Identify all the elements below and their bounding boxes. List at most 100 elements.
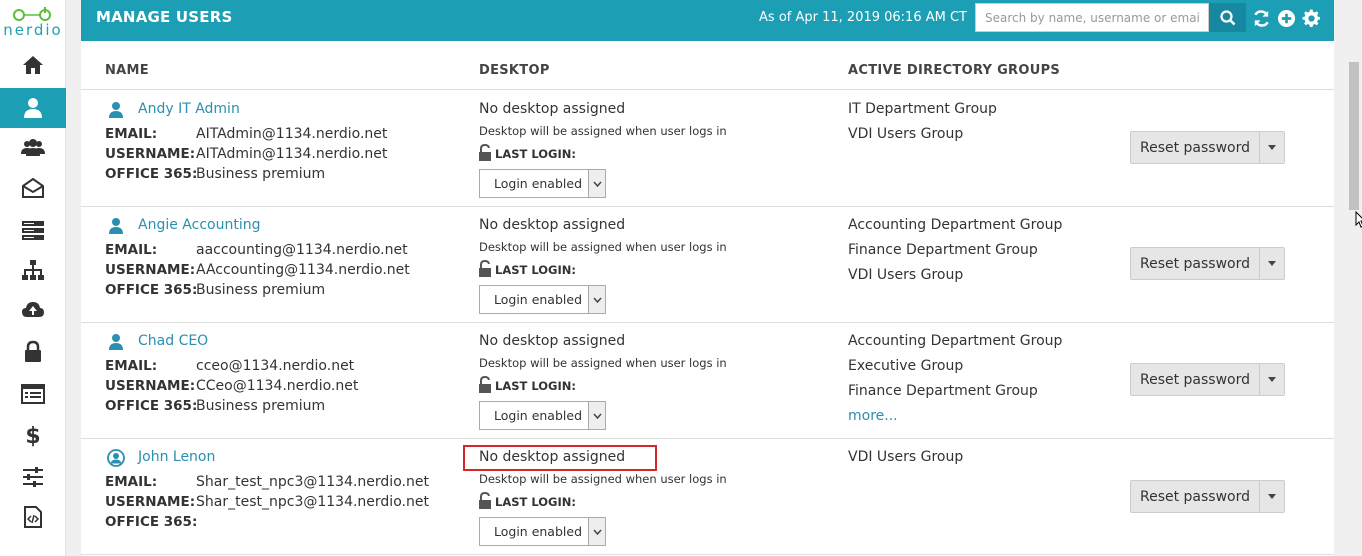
add-user-icon[interactable] [1277, 9, 1296, 28]
column-header-desktop[interactable]: DESKTOP [479, 63, 550, 78]
column-header-name[interactable]: NAME [105, 63, 149, 78]
email-value: AITAdmin@1134.nerdio.net [196, 126, 388, 142]
email-value: Shar_test_npc3@1134.nerdio.net [196, 474, 429, 490]
table-row: Chad CEO EMAIL: cceo@1134.nerdio.net USE… [81, 323, 1334, 439]
user-icon [109, 334, 123, 350]
user-name-link[interactable]: Chad CEO [138, 333, 208, 349]
reset-password-control: Reset password [1130, 131, 1285, 164]
username-label: USERNAME: [105, 146, 196, 162]
user-name-link[interactable]: Angie Accounting [138, 217, 260, 233]
server-icon [22, 221, 44, 240]
chevron-down-icon [588, 402, 605, 429]
reset-options-dropdown[interactable] [1259, 481, 1284, 512]
desktop-status: No desktop assigned [462, 445, 658, 471]
office-label: OFFICE 365: [105, 282, 198, 298]
scrollbar-thumb[interactable] [1349, 62, 1359, 210]
desktop-status: No desktop assigned [479, 101, 626, 117]
caret-down-icon [1268, 145, 1276, 150]
sidebar-item-security[interactable] [0, 332, 66, 372]
gear-icon[interactable] [1302, 9, 1321, 28]
main-panel: MANAGE USERS As of Apr 11, 2019 06:16 AM… [81, 0, 1334, 556]
group-item: Finance Department Group [848, 242, 1038, 258]
login-state-select[interactable]: Login enabled [479, 169, 606, 198]
sidebar-item-cloud[interactable] [0, 290, 66, 330]
login-state-select[interactable]: Login enabled [479, 517, 606, 546]
group-item: Accounting Department Group [848, 217, 1063, 233]
lock-icon [25, 340, 41, 362]
unlock-icon [479, 260, 491, 277]
last-login-label: LAST LOGIN: [495, 495, 576, 509]
dollar-icon: $ [25, 424, 40, 447]
page-title: MANAGE USERS [96, 8, 233, 26]
sidebar-item-email[interactable] [0, 168, 66, 208]
office-value: Business premium [196, 166, 326, 182]
user-name-link[interactable]: Andy IT Admin [138, 101, 240, 117]
desktop-note: Desktop will be assigned when user logs … [479, 240, 727, 254]
reset-options-dropdown[interactable] [1259, 364, 1284, 395]
group-item: IT Department Group [848, 101, 997, 117]
login-state-value: Login enabled [494, 292, 583, 307]
desktop-status: No desktop assigned [479, 217, 626, 233]
username-value: AITAdmin@1134.nerdio.net [196, 146, 388, 162]
nerdio-logo[interactable]: nerdio [0, 4, 66, 40]
reset-password-button[interactable]: Reset password [1131, 132, 1259, 163]
user-icon [24, 98, 42, 118]
login-state-value: Login enabled [494, 176, 583, 191]
login-state-select[interactable]: Login enabled [479, 285, 606, 314]
timestamp: As of Apr 11, 2019 06:16 AM CT [759, 10, 967, 25]
sidebar-item-home[interactable] [0, 45, 66, 85]
unlock-icon [479, 144, 491, 161]
chevron-down-icon [588, 518, 605, 545]
sitemap-icon [22, 260, 44, 280]
office-label: OFFICE 365: [105, 398, 198, 414]
sliders-icon [23, 467, 43, 487]
reset-password-button[interactable]: Reset password [1131, 481, 1259, 512]
user-name-link[interactable]: John Lenon [138, 449, 215, 465]
username-value: CCeo@1134.nerdio.net [196, 378, 359, 394]
group-item: VDI Users Group [848, 449, 964, 465]
login-state-select[interactable]: Login enabled [479, 401, 606, 430]
login-state-value: Login enabled [494, 524, 583, 539]
reset-password-button[interactable]: Reset password [1131, 364, 1259, 395]
sidebar-item-servers[interactable] [0, 210, 66, 250]
user-circle-icon [107, 449, 125, 467]
sidebar: nerdio $ [0, 0, 66, 556]
reset-options-dropdown[interactable] [1259, 132, 1284, 163]
group-item: VDI Users Group [848, 126, 964, 142]
sidebar-item-users[interactable] [0, 88, 66, 128]
caret-down-icon [1268, 261, 1276, 266]
svg-text:$: $ [25, 424, 40, 447]
list-icon [21, 384, 45, 404]
reset-options-dropdown[interactable] [1259, 248, 1284, 279]
table-row: Andy IT Admin EMAIL: AITAdmin@1134.nerdi… [81, 91, 1334, 207]
username-label: USERNAME: [105, 378, 196, 394]
last-login-label: LAST LOGIN: [495, 147, 576, 161]
office-value: Business premium [196, 282, 326, 298]
group-item: Executive Group [848, 358, 964, 374]
sidebar-item-groups[interactable] [0, 128, 66, 168]
sidebar-item-network[interactable] [0, 250, 66, 290]
email-value: aaccounting@1134.nerdio.net [196, 242, 408, 258]
cloud-upload-icon [22, 302, 44, 317]
username-value: Shar_test_npc3@1134.nerdio.net [196, 494, 429, 510]
sidebar-item-settings[interactable] [0, 457, 66, 497]
sidebar-item-billing[interactable]: $ [0, 415, 66, 455]
group-item: Finance Department Group [848, 383, 1038, 399]
home-icon [23, 56, 43, 74]
chevron-down-icon [588, 170, 605, 197]
refresh-icon[interactable] [1252, 9, 1271, 28]
reset-password-button[interactable]: Reset password [1131, 248, 1259, 279]
search-button[interactable] [1209, 3, 1246, 32]
reset-password-control: Reset password [1130, 363, 1285, 396]
more-groups-link[interactable]: more... [848, 408, 898, 424]
column-header-groups[interactable]: ACTIVE DIRECTORY GROUPS [848, 63, 1060, 78]
sidebar-item-list[interactable] [0, 374, 66, 414]
search-input[interactable] [975, 3, 1209, 32]
username-label: USERNAME: [105, 262, 196, 278]
username-value: AAccounting@1134.nerdio.net [196, 262, 410, 278]
sidebar-item-scripts[interactable] [0, 497, 66, 537]
search-icon [1219, 9, 1235, 25]
table-row: John Lenon EMAIL: Shar_test_npc3@1134.ne… [81, 439, 1334, 555]
group-item: Accounting Department Group [848, 333, 1063, 349]
table-row: Angie Accounting EMAIL: aaccounting@1134… [81, 207, 1334, 323]
